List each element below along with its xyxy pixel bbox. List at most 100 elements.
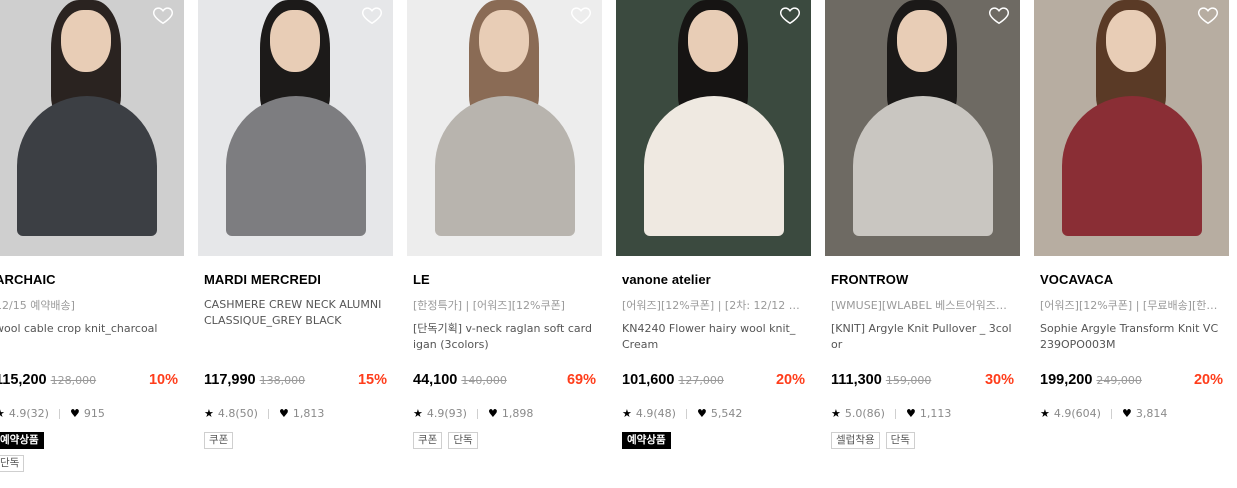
wishlist-heart-icon[interactable] [361, 4, 383, 26]
product-image[interactable] [825, 0, 1020, 256]
product-name[interactable]: KN4240 Flower hairy wool knit_Cream [622, 321, 803, 353]
meta-divider [267, 408, 269, 419]
sale-price: 44,100 [413, 372, 458, 388]
product-image[interactable] [1034, 0, 1229, 256]
heart-filled-icon: ♥ [278, 407, 289, 420]
product-image[interactable] [0, 0, 184, 256]
model-face [479, 10, 529, 72]
wishlist-heart-icon[interactable] [152, 4, 174, 26]
meta-divider [685, 408, 687, 419]
product-card[interactable]: VOCAVACA [어워즈][12%쿠폰] | [무료배송][한정... Sop… [1034, 0, 1229, 488]
product-image[interactable] [198, 0, 393, 256]
product-image[interactable] [407, 0, 602, 256]
meta-divider [1110, 408, 1112, 419]
product-name[interactable]: CASHMERE CREW NECK ALUMNI CLASSIQUE_GREY… [204, 297, 385, 329]
price-row: 44,100 140,000 69% [413, 372, 596, 392]
discount-rate: 20% [1193, 372, 1223, 388]
product-card[interactable]: FRONTROW [WMUSE][WLABEL 베스트어워즈] | ... [K… [825, 0, 1020, 488]
original-price: 128,000 [50, 374, 97, 387]
sale-price: 111,300 [831, 372, 882, 388]
sale-price: 115,200 [0, 372, 47, 388]
product-image[interactable] [616, 0, 811, 256]
review-meta: ★ 4.9(32) ♥ 915 [0, 407, 178, 420]
price-row: 115,200 128,000 10% [0, 372, 178, 392]
product-tag: 예약상품 [622, 432, 671, 449]
product-card[interactable]: MARDI MERCREDI CASHMERE CREW NECK ALUMNI… [198, 0, 393, 488]
product-tag: 셀럽착용 [831, 432, 880, 449]
wishlist-heart-icon[interactable] [779, 4, 801, 26]
heart-filled-icon: ♥ [696, 407, 707, 420]
likes-count: 915 [83, 407, 105, 420]
promo-text: [WMUSE][WLABEL 베스트어워즈] | ... [831, 299, 1010, 312]
price-row: 111,300 159,000 30% [831, 372, 1014, 392]
sale-price: 199,200 [1040, 372, 1093, 388]
heart-filled-icon: ♥ [905, 407, 916, 420]
review-meta: ★ 4.9(604) ♥ 3,814 [1040, 407, 1223, 420]
discount-rate: 15% [357, 372, 387, 388]
product-name[interactable]: [단독기획] v-neck raglan soft cardigan (3col… [413, 321, 594, 353]
tag-list: 쿠폰 단독 [413, 432, 596, 455]
star-icon: ★ [204, 407, 214, 420]
tag-list: 쿠폰 [204, 432, 387, 455]
price-row: 117,990 138,000 15% [204, 372, 387, 392]
tag-list: 예약상품단독 [0, 432, 178, 478]
wishlist-heart-icon[interactable] [988, 4, 1010, 26]
rating-value: 4.9(48) [635, 407, 676, 420]
tag-list: 예약상품 [622, 432, 805, 455]
review-meta: ★ 5.0(86) ♥ 1,113 [831, 407, 1014, 420]
likes-count: 1,898 [501, 407, 534, 420]
meta-divider [58, 408, 60, 419]
original-price: 159,000 [885, 374, 932, 387]
tag-row: 셀럽착용 단독 [831, 432, 1014, 449]
product-name[interactable]: Sophie Argyle Transform Knit VC239OPO003… [1040, 321, 1221, 353]
product-card[interactable]: ARCHAIC 12/15 예약배송] wool cable crop knit… [0, 0, 184, 488]
product-tag: 쿠폰 [413, 432, 443, 449]
heart-filled-icon: ♥ [1121, 407, 1132, 420]
brand-name[interactable]: FRONTROW [831, 272, 1014, 287]
promo-text: 12/15 예약배송] [0, 299, 75, 312]
wishlist-heart-icon[interactable] [570, 4, 592, 26]
rating-value: 4.9(32) [8, 407, 49, 420]
discount-rate: 20% [775, 372, 805, 388]
promo-text: [한정특가] | [어워즈][12%쿠폰] [413, 299, 565, 312]
product-tag: 예약상품 [0, 432, 44, 449]
brand-name[interactable]: LE [413, 272, 596, 287]
brand-name[interactable]: MARDI MERCREDI [204, 272, 387, 287]
original-price: 138,000 [259, 374, 306, 387]
meta-divider [476, 408, 478, 419]
tag-row: 예약상품 [622, 432, 805, 449]
original-price: 249,000 [1096, 374, 1142, 387]
product-name[interactable]: [KNIT] Argyle Knit Pullover _ 3color [831, 321, 1012, 353]
model-sweater [17, 96, 157, 236]
model-face [1106, 10, 1156, 72]
tag-row: 단독 [0, 455, 178, 472]
review-meta: ★ 4.9(48) ♥ 5,542 [622, 407, 805, 420]
tag-row: 쿠폰 [204, 432, 387, 449]
discount-rate: 30% [984, 372, 1014, 388]
likes-count: 3,814 [1135, 407, 1168, 420]
tag-row: 쿠폰 단독 [413, 432, 596, 449]
brand-name[interactable]: VOCAVACA [1040, 272, 1223, 287]
brand-name[interactable]: vanone atelier [622, 272, 805, 287]
product-card[interactable]: vanone atelier [어워즈][12%쿠폰] | [2차: 12/12… [616, 0, 811, 488]
model-sweater [226, 96, 366, 236]
model-face [270, 10, 320, 72]
rating-value: 5.0(86) [844, 407, 885, 420]
wishlist-heart-icon[interactable] [1197, 4, 1219, 26]
product-card[interactable]: LE [한정특가] | [어워즈][12%쿠폰] [단독기획] v-neck r… [407, 0, 602, 488]
star-icon: ★ [1040, 407, 1050, 420]
model-face [897, 10, 947, 72]
review-meta: ★ 4.9(93) ♥ 1,898 [413, 407, 596, 420]
sale-price: 101,600 [622, 372, 675, 388]
likes-count: 1,813 [292, 407, 325, 420]
discount-rate: 69% [566, 372, 596, 388]
product-name[interactable]: wool cable crop knit_charcoal [0, 321, 176, 337]
rating-value: 4.8(50) [217, 407, 258, 420]
brand-name[interactable]: ARCHAIC [0, 272, 178, 287]
promo-text: [어워즈][12%쿠폰] | [무료배송][한정... [1040, 299, 1219, 312]
tag-list: 셀럽착용 단독 [831, 432, 1014, 455]
rating-value: 4.9(604) [1053, 407, 1101, 420]
star-icon: ★ [0, 407, 5, 420]
star-icon: ★ [622, 407, 632, 420]
likes-count: 1,113 [919, 407, 952, 420]
